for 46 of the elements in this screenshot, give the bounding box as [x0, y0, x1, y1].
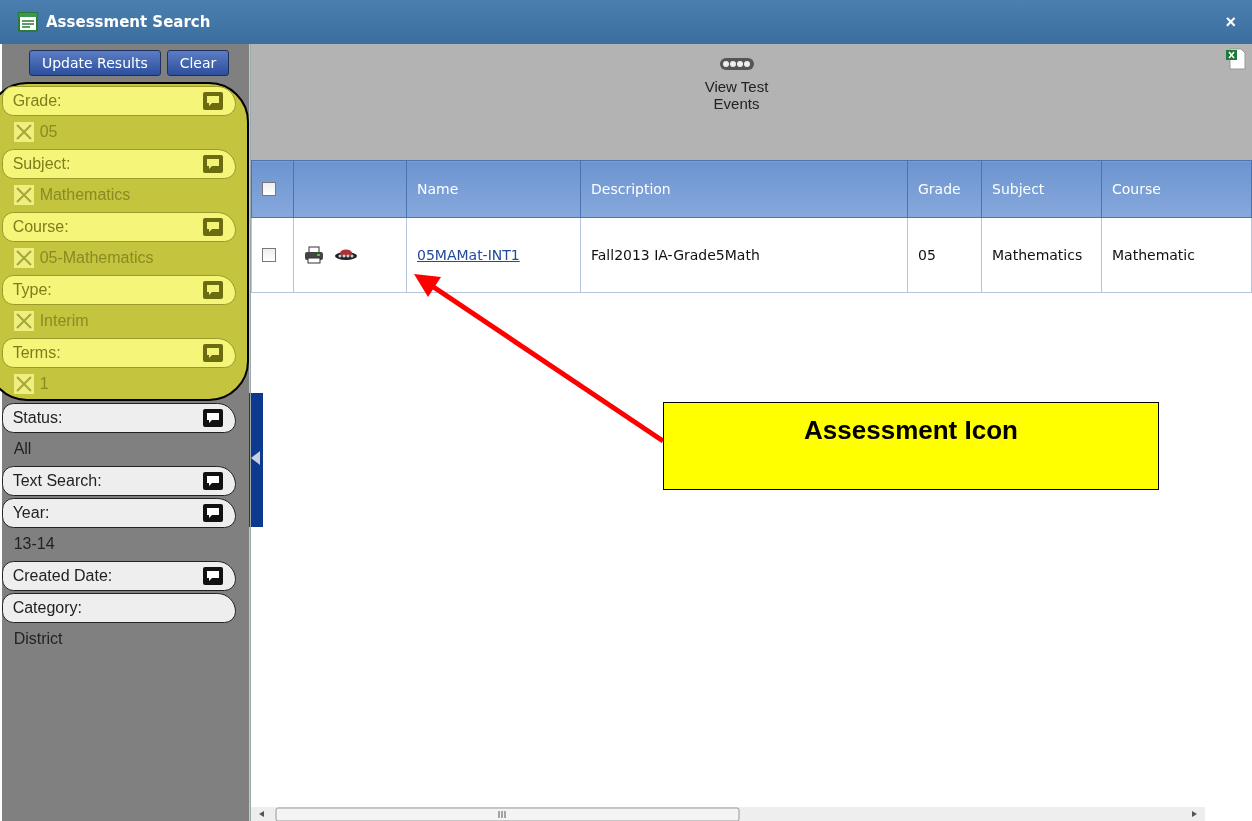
panel-button[interactable]: Update Results	[28, 50, 161, 76]
spreadsheet-icon[interactable]	[1226, 48, 1246, 70]
test-events-icon	[718, 56, 755, 72]
filter-value: Mathematics	[39, 185, 131, 204]
column-header[interactable]: Description	[580, 160, 908, 218]
comment-icon[interactable]	[202, 409, 223, 427]
view-test-events-button[interactable]: View Test Events	[686, 44, 787, 160]
close-button[interactable]: ×	[1221, 11, 1240, 33]
filter-value: All	[13, 439, 32, 458]
filter-value: Interim	[39, 311, 89, 330]
callout-label: Assessment Icon	[663, 402, 1159, 490]
comment-icon[interactable]	[202, 504, 223, 522]
table-cell: Mathematic	[1101, 217, 1252, 293]
table-cell: Fall2013 IA-Grade5Math	[580, 217, 908, 293]
filter-header[interactable]: Status:	[1, 403, 236, 433]
filter-header[interactable]: Grade:	[1, 86, 236, 116]
window-title: Assessment Search	[46, 13, 212, 31]
filter-header[interactable]: Created Date:	[1, 561, 236, 591]
select-all-checkbox[interactable]	[262, 182, 276, 196]
column-header[interactable]: Course	[1101, 160, 1252, 218]
filter-value: 13-14	[13, 534, 55, 553]
assessment-link[interactable]: 05MAMat-INT1	[417, 247, 520, 263]
comment-icon[interactable]	[202, 472, 223, 490]
filter-header[interactable]: Course:	[1, 212, 236, 242]
assessment-icon[interactable]	[334, 249, 358, 261]
filter-header[interactable]: Type:	[1, 275, 236, 305]
table-cell: Mathematics	[981, 217, 1102, 293]
filter-header[interactable]: Terms:	[1, 338, 236, 368]
filter-header[interactable]: Subject:	[1, 149, 236, 179]
column-header[interactable]: Subject	[981, 160, 1102, 218]
printer-icon[interactable]	[304, 246, 324, 264]
row-checkbox[interactable]	[262, 248, 276, 262]
filter-header[interactable]: Text Search:	[1, 466, 236, 496]
filter-header[interactable]: Year:	[1, 498, 236, 528]
horizontal-scrollbar[interactable]	[251, 807, 1205, 821]
column-header[interactable]: Grade	[907, 160, 982, 218]
panel-button[interactable]: Clear	[166, 50, 230, 76]
column-header[interactable]: Name	[406, 160, 581, 218]
table-cell: 05	[907, 217, 982, 293]
filter-header[interactable]: Category:	[1, 593, 236, 623]
filter-value: District	[13, 629, 63, 648]
filter-value: 1	[39, 374, 49, 393]
list-window-icon	[18, 12, 38, 32]
filter-value: 05	[39, 122, 58, 141]
filter-value: 05-Mathematics	[39, 248, 154, 267]
comment-icon[interactable]	[202, 567, 223, 585]
